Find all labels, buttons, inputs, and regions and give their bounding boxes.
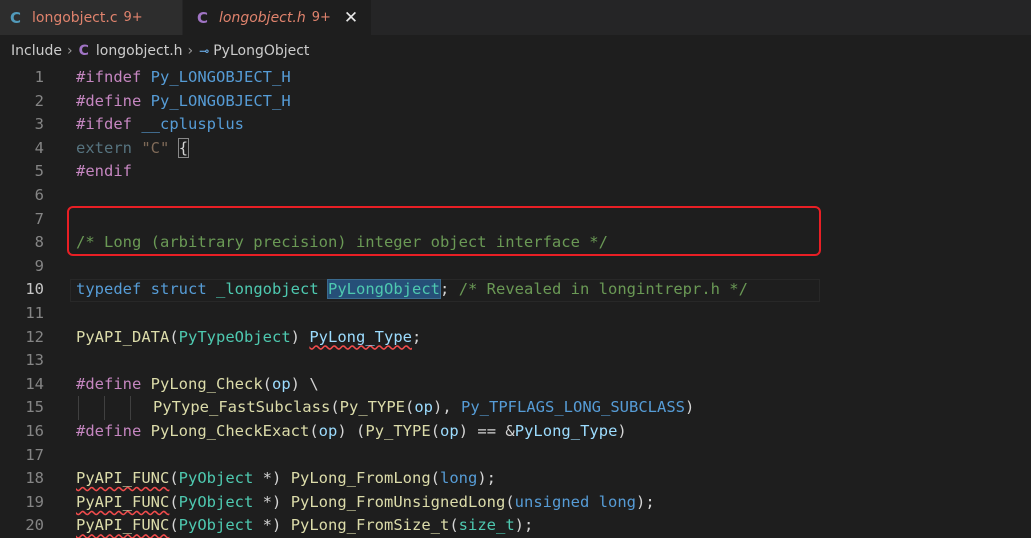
c-file-icon: C xyxy=(10,8,22,27)
breadcrumb-symbol[interactable]: PyLongObject xyxy=(213,43,309,59)
selected-symbol: PyLongObject xyxy=(327,279,441,300)
tab-label: longobject.h xyxy=(219,9,306,26)
code-line: PyAPI_FUNC(PyObject *) PyLong_FromUnsign… xyxy=(76,492,655,511)
code-line: PyAPI_FUNC(PyObject *) PyLong_FromLong(l… xyxy=(76,469,497,488)
code-line: #ifdef __cplusplus xyxy=(76,115,244,134)
line-number: 7 xyxy=(34,209,44,228)
code-line: PyType_FastSubclass(Py_TYPE(op), Py_TPFL… xyxy=(153,398,695,417)
code-line: #ifndef Py_LONGOBJECT_H xyxy=(76,68,291,86)
c-file-icon: C xyxy=(197,8,209,27)
line-number: 13 xyxy=(25,351,44,370)
chevron-right-icon: › xyxy=(66,43,73,59)
breadcrumb: Include › C longobject.h › ⊸ PyLongObjec… xyxy=(0,35,1031,67)
code-line: PyAPI_DATA(PyTypeObject) PyLong_Type; xyxy=(76,327,422,346)
line-number: 17 xyxy=(25,445,44,464)
breadcrumb-folder[interactable]: Include xyxy=(11,43,62,59)
code-line: #define PyLong_CheckExact(op) (Py_TYPE(o… xyxy=(76,422,627,440)
line-number: 11 xyxy=(25,304,44,322)
code-editor[interactable]: 1 2 3 4 5 6 7 8 9 10 11 12 13 14 15 16 1… xyxy=(0,66,1031,535)
c-file-icon: C xyxy=(78,43,89,59)
tab-longobject-h[interactable]: C longobject.h 9+ ✕ xyxy=(183,0,372,35)
tab-bar: C longobject.c 9+ C longobject.h 9+ ✕ xyxy=(0,0,1031,35)
problem-count-badge: 9+ xyxy=(123,10,143,25)
highlight-annotation-box xyxy=(67,206,821,256)
code-line: #define Py_LONGOBJECT_H xyxy=(76,91,291,110)
tab-label: longobject.c xyxy=(32,9,118,26)
code-line: PyAPI_FUNC(PyObject *) PyLong_FromSize_t… xyxy=(76,516,534,535)
tab-longobject-c[interactable]: C longobject.c 9+ xyxy=(0,0,183,35)
code-line: #endif xyxy=(76,162,132,181)
struct-symbol-icon: ⊸ xyxy=(199,44,209,58)
problem-count-badge: 9+ xyxy=(311,10,331,25)
code-line-current: typedef struct _longobject PyLongObject;… xyxy=(76,279,748,300)
line-number: 6 xyxy=(34,186,44,204)
close-icon[interactable]: ✕ xyxy=(344,8,358,28)
line-number: 9 xyxy=(34,256,44,275)
code-line: #define PyLong_Check(op) \ xyxy=(76,374,319,393)
chevron-right-icon: › xyxy=(187,43,194,59)
code-line: extern "C" { xyxy=(76,137,190,158)
breadcrumb-file[interactable]: longobject.h xyxy=(96,43,183,59)
